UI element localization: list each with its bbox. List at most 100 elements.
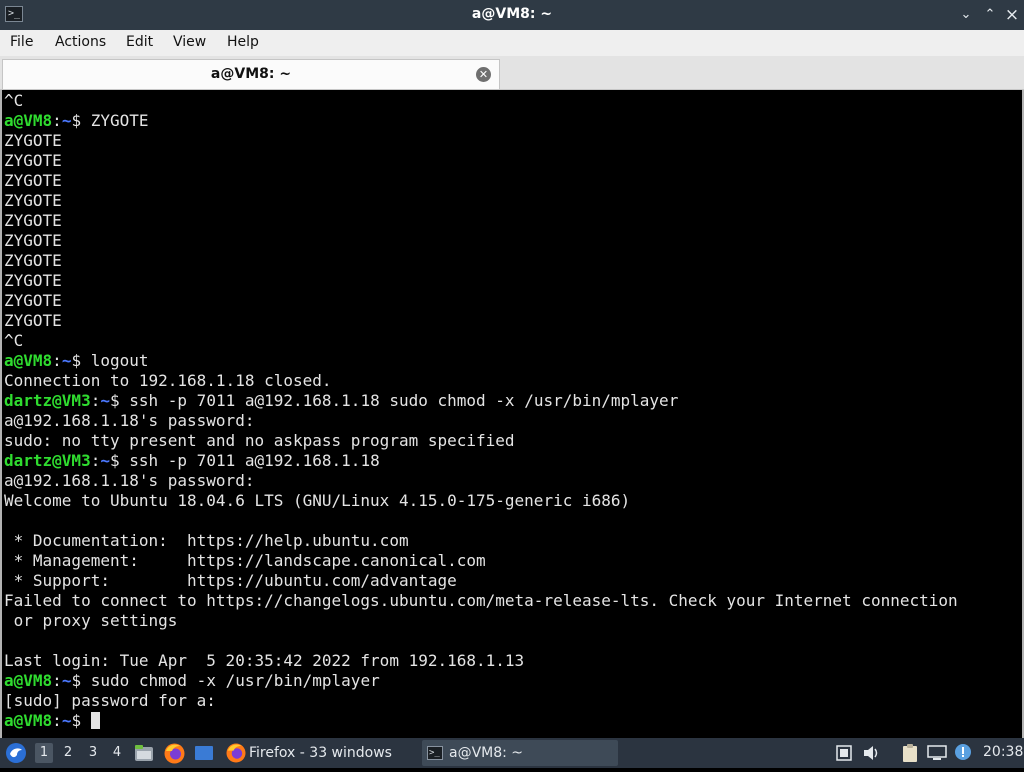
terminal-line: a@VM8:~$ sudo chmod -x /usr/bin/mplayer (4, 671, 958, 691)
title-bar[interactable]: >_ a@VM8: ~ ⌄ ⌃ × (0, 0, 1024, 30)
update-notifier-icon[interactable] (954, 743, 972, 761)
display-icon[interactable] (927, 745, 947, 761)
prompt-user: a@VM8 (4, 671, 53, 690)
prompt-user: a@VM8 (4, 351, 53, 370)
prompt-path: ~ (100, 451, 110, 470)
taskbar-task-terminal-label: a@VM8: ~ (449, 745, 524, 761)
terminal-text: ZYGOTE (4, 211, 62, 230)
network-icon[interactable] (836, 745, 852, 761)
window-title: a@VM8: ~ (471, 6, 553, 22)
terminal-line: [sudo] password for a: (4, 691, 958, 711)
terminal-output[interactable]: ^C a@VM8:~$ ZYGOTE ZYGOTE ZYGOTE ZYGOTE ZYGOT… (0, 90, 1024, 738)
terminal-text: : (90, 451, 101, 470)
prompt-user: dartz@VM3 (4, 451, 91, 470)
taskbar: 1 2 3 4 Firefox - 33 windows >_ a@VM8: ~… (0, 738, 1024, 768)
prompt-path: ~ (61, 111, 72, 130)
terminal-line: * Support: https://ubuntu.com/advantage (4, 571, 958, 591)
terminal-line: sudo: no tty present and no askpass prog… (4, 431, 958, 451)
terminal-line: ZYGOTE (4, 231, 958, 251)
prompt-path: ~ (61, 671, 72, 690)
terminal-line: ZYGOTE (4, 151, 958, 171)
terminal-text: or proxy settings (4, 611, 178, 630)
tab-label: a@VM8: ~ (210, 66, 292, 82)
terminal-line: ^C (4, 91, 958, 111)
terminal-line: ZYGOTE (4, 291, 958, 311)
volume-icon[interactable] (862, 744, 882, 762)
terminal-line: dartz@VM3:~$ ssh -p 7011 a@192.168.1.18 (4, 451, 958, 471)
firefox-icon[interactable] (164, 743, 185, 764)
prompt-path: ~ (61, 711, 72, 730)
taskbar-task-terminal[interactable]: >_ a@VM8: ~ (422, 740, 618, 766)
terminal-line: Failed to connect to https://changelogs.… (4, 591, 958, 611)
terminal-text: ZYGOTE (4, 231, 62, 250)
terminal-text: * Documentation: https://help.ubuntu.com (4, 531, 409, 550)
terminal-line: ZYGOTE (4, 211, 958, 231)
terminal-icon: >_ (427, 746, 443, 760)
terminal-line: * Documentation: https://help.ubuntu.com (4, 531, 958, 551)
menu-edit[interactable]: Edit (126, 34, 153, 50)
terminal-text: Connection to 192.168.1.18 closed. (4, 371, 332, 390)
terminal-line: a@192.168.1.18's password: (4, 471, 958, 491)
terminal-line: ZYGOTE (4, 131, 958, 151)
terminal-line: Last login: Tue Apr 5 20:35:42 2022 from… (4, 651, 958, 671)
tab-bar: a@VM8: ~ ✕ (0, 56, 1024, 90)
terminal-text: [sudo] password for a: (4, 691, 216, 710)
terminal-text: $ ssh -p 7011 a@192.168.1.18 sudo chmod … (109, 391, 679, 410)
terminal-line: ZYGOTE (4, 311, 958, 331)
terminal-lines: ^C a@VM8:~$ ZYGOTE ZYGOTE ZYGOTE ZYGOTE ZYGOT… (4, 91, 958, 731)
terminal-line: Connection to 192.168.1.18 closed. (4, 371, 958, 391)
taskbar-task-firefox[interactable]: Firefox - 33 windows (222, 740, 418, 766)
desktop-3[interactable]: 3 (84, 743, 102, 763)
clipboard-icon[interactable] (901, 743, 919, 763)
terminal-line: a@VM8:~$ ZYGOTE (4, 111, 958, 131)
desktop-1[interactable]: 1 (35, 743, 53, 763)
minimize-button[interactable]: ⌄ (957, 6, 975, 24)
terminal-text: ZYGOTE (4, 171, 62, 190)
terminal-text: $ sudo chmod -x /usr/bin/mplayer (71, 671, 380, 690)
start-menu-icon[interactable] (5, 742, 27, 764)
file-manager-icon[interactable] (134, 744, 154, 762)
terminal-line: ZYGOTE (4, 171, 958, 191)
terminal-text: Welcome to Ubuntu 18.04.6 LTS (GNU/Linux… (4, 491, 631, 510)
terminal-text: : (52, 111, 62, 130)
tab-close-icon[interactable]: ✕ (476, 67, 491, 82)
terminal-line: dartz@VM3:~$ ssh -p 7011 a@192.168.1.18 … (4, 391, 958, 411)
terminal-line: Welcome to Ubuntu 18.04.6 LTS (GNU/Linux… (4, 491, 958, 511)
terminal-text: ZYGOTE (4, 151, 62, 170)
terminal-cursor (90, 712, 100, 729)
clock[interactable]: 20:38 (983, 744, 1023, 760)
terminal-text: ZYGOTE (4, 251, 62, 270)
terminal-text: ZYGOTE (4, 191, 62, 210)
terminal-text: ^C (4, 91, 24, 110)
menu-bar: File Actions Edit View Help (0, 30, 1024, 56)
menu-help[interactable]: Help (227, 34, 259, 50)
maximize-button[interactable]: ⌃ (981, 6, 999, 24)
terminal-text: * Support: https://ubuntu.com/advantage (4, 571, 457, 590)
terminal-line: a@VM8:~$ logout (4, 351, 958, 371)
terminal-line: ZYGOTE (4, 191, 958, 211)
show-desktop-icon[interactable] (194, 745, 214, 761)
prompt-path: ~ (61, 351, 72, 370)
desktop-2[interactable]: 2 (59, 743, 77, 763)
terminal-text: : (52, 671, 62, 690)
terminal-text: ZYGOTE (4, 271, 62, 290)
terminal-line: a@VM8:~$ (4, 711, 958, 731)
terminal-text: ZYGOTE (4, 131, 62, 150)
terminal-text: Last login: Tue Apr 5 20:35:42 2022 from… (4, 651, 525, 670)
terminal-text: : (52, 711, 62, 730)
menu-file[interactable]: File (10, 34, 33, 50)
menu-view[interactable]: View (173, 34, 206, 50)
desktop-4[interactable]: 4 (108, 743, 126, 763)
terminal-text: ^C (4, 331, 24, 350)
terminal-window: >_ a@VM8: ~ ⌄ ⌃ × File Actions Edit View… (0, 0, 1024, 738)
firefox-icon (226, 743, 246, 763)
terminal-line: ZYGOTE (4, 271, 958, 291)
terminal-text: ZYGOTE (4, 291, 62, 310)
tab-terminal[interactable]: a@VM8: ~ ✕ (2, 59, 500, 89)
close-button[interactable]: × (1003, 6, 1021, 24)
menu-actions[interactable]: Actions (55, 34, 106, 50)
terminal-text: * Management: https://landscape.canonica… (4, 551, 486, 570)
prompt-user: a@VM8 (4, 711, 53, 730)
